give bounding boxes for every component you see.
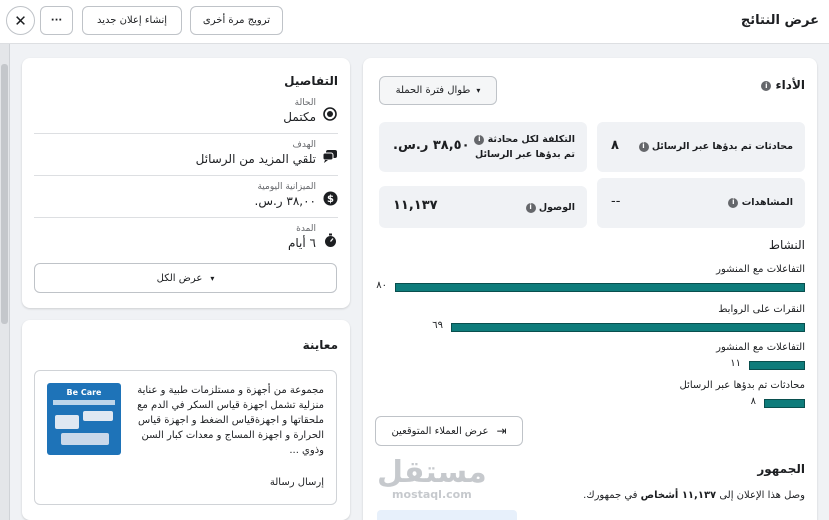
info-icon[interactable]: i xyxy=(638,141,649,152)
ad-image: Be Care xyxy=(47,383,121,455)
metric-label: محادثات تم بدؤها عبر الرسائل i xyxy=(638,139,793,154)
activity-value: ٦٩ xyxy=(432,320,443,331)
chevron-down-icon: ▾ xyxy=(476,86,481,95)
metric-value: ٣٨,٥٠ ر.س. xyxy=(393,138,470,153)
metric-views: المشاهدات i -- xyxy=(597,178,805,228)
left-scrollbar[interactable] xyxy=(0,44,10,520)
info-icon[interactable]: i xyxy=(761,80,772,91)
page-title: عرض النتائج xyxy=(740,13,819,28)
audience-heading: الجمهور xyxy=(757,462,805,476)
activity-label: التفاعلات مع المنشور xyxy=(716,264,805,275)
performance-heading: الأداء i xyxy=(761,78,805,92)
activity-value: ٨٠ xyxy=(376,280,387,291)
audience-button-partial[interactable] xyxy=(377,510,517,520)
detail-row-duration: المدة ٦ أيام xyxy=(34,224,338,260)
product-image xyxy=(61,433,109,445)
chat-icon xyxy=(322,148,338,164)
metric-label: التكلفة لكل محادثة i تم بدؤها عبر الرسائل xyxy=(474,134,575,160)
chevron-down-icon: ▾ xyxy=(210,273,215,283)
detail-row-status: الحالة مكتمل xyxy=(34,98,338,134)
details-heading: التفاصيل xyxy=(284,74,338,88)
activity-label: محادثات تم بدؤها عبر الرسائل xyxy=(679,380,805,391)
metric-value: ٨ xyxy=(611,138,619,153)
more-options-button[interactable]: ··· xyxy=(40,6,73,35)
metric-cost-per-conversation: التكلفة لكل محادثة i تم بدؤها عبر الرسائل… xyxy=(379,122,587,172)
date-range-dropdown[interactable]: ▾ طوال فترة الحملة xyxy=(379,76,497,105)
audience-summary: وصل هذا الإعلان إلى ١١,١٣٧ أشخاص في جمهو… xyxy=(583,490,805,501)
activity-value: ٨ xyxy=(750,396,756,407)
watermark: مستقل mostaql.com xyxy=(377,455,487,502)
metric-label: المشاهدات i xyxy=(728,195,793,210)
view-prospects-button[interactable]: ⇥ عرض العملاء المتوقعين xyxy=(375,416,523,446)
stopwatch-icon xyxy=(322,232,338,248)
brand-logo: Be Care xyxy=(66,388,102,397)
product-image xyxy=(55,415,79,429)
detail-row-objective: الهدف تلقي المزيد من الرسائل xyxy=(34,140,338,176)
send-message-cta[interactable]: إرسال رسالة xyxy=(270,477,324,488)
create-ad-button[interactable]: إنشاء إعلان جديد xyxy=(82,6,182,35)
top-bar: عرض النتائج ترويج مرة أخرى إنشاء إعلان ج… xyxy=(0,0,829,44)
performance-card: الأداء i ▾ طوال فترة الحملة محادثات تم ب… xyxy=(363,58,817,520)
detail-row-budget: $ الميزانية اليومية ٣٨,٠٠ ر.س. xyxy=(34,182,338,218)
export-icon: ⇥ xyxy=(496,424,507,438)
view-all-button[interactable]: ▾ عرض الكل xyxy=(34,263,337,293)
dollar-icon: $ xyxy=(322,190,338,206)
activity-heading: النشاط xyxy=(768,238,805,252)
promote-again-button[interactable]: ترويج مرة أخرى xyxy=(190,6,283,35)
activity-bar xyxy=(395,283,805,292)
metric-label: الوصول i xyxy=(525,200,575,215)
svg-text:$: $ xyxy=(327,194,334,205)
activity-bar xyxy=(764,399,805,408)
close-button[interactable]: ✕ xyxy=(6,6,35,35)
activity-label: النقرات على الروابط xyxy=(718,304,805,315)
metric-reach: الوصول i ١١,١٣٧ xyxy=(379,186,587,228)
ad-preview-text: مجموعة من أجهزة و مستلزمات طبية و عناية … xyxy=(137,385,324,456)
metric-value: -- xyxy=(611,194,621,209)
activity-bar xyxy=(451,323,805,332)
brand-tagline-strip xyxy=(53,400,115,405)
details-card: التفاصيل الحالة مكتمل الهدف تلقي المزيد … xyxy=(22,58,350,308)
info-icon[interactable]: i xyxy=(728,197,739,208)
activity-value: ١١ xyxy=(730,358,741,369)
metric-conversations: محادثات تم بدؤها عبر الرسائل i ٨ xyxy=(597,122,805,172)
info-icon[interactable]: i xyxy=(525,202,536,213)
scrollbar-thumb[interactable] xyxy=(1,64,8,324)
info-icon[interactable]: i xyxy=(474,134,485,145)
product-image xyxy=(83,411,113,421)
activity-bar xyxy=(749,361,805,370)
ad-preview[interactable]: مجموعة من أجهزة و مستلزمات طبية و عناية … xyxy=(34,370,337,505)
metric-value: ١١,١٣٧ xyxy=(393,198,438,213)
close-icon: ✕ xyxy=(14,11,27,30)
activity-label: التفاعلات مع المنشور xyxy=(716,342,805,353)
preview-heading: معاينة xyxy=(302,338,338,352)
status-icon xyxy=(322,106,338,122)
preview-card: معاينة مجموعة من أجهزة و مستلزمات طبية و… xyxy=(22,320,350,520)
